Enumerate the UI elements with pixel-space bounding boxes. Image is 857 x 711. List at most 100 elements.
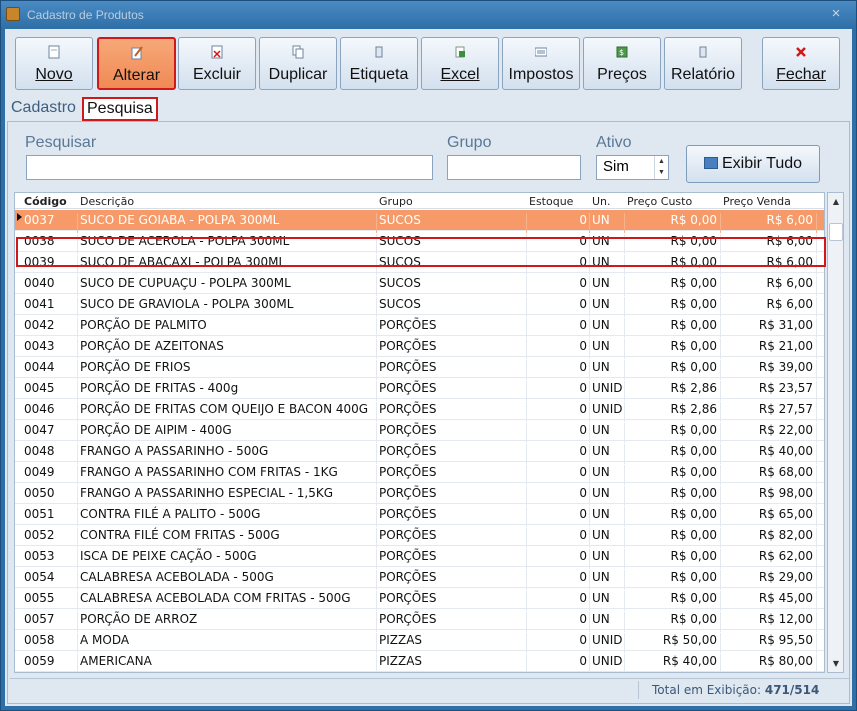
tab-pesquisa[interactable]: Pesquisa (82, 97, 158, 121)
cell-estoque: 0 (579, 360, 587, 374)
tab-cadastro[interactable]: Cadastro (7, 97, 80, 121)
column-divider (376, 570, 377, 590)
table-row[interactable]: 0043 PORÇÃO DE AZEITONAS PORÇÕES 0 UN R$ 0,00… (15, 336, 824, 359)
column-divider (816, 360, 817, 380)
table-row[interactable]: 0038 SUCO DE ACEROLA - POLPA 300ML SUCOS 0 U… (15, 231, 824, 254)
cell-codigo: 0059 (24, 654, 55, 668)
cell-preco-venda: R$ 98,00 (758, 486, 813, 500)
toolbar: Novo Alterar Excluir Duplicar Etiqueta E… (5, 29, 852, 95)
table-row[interactable]: 0037 SUCO DE GOIABA - POLPA 300ML SUCOS 0 UN… (15, 210, 824, 233)
col-codigo[interactable]: Código (24, 195, 67, 208)
col-unidade[interactable]: Un. (592, 195, 611, 208)
column-divider (624, 507, 625, 527)
spin-arrows-icon[interactable]: ▲ ▼ (654, 156, 668, 179)
excel-button[interactable]: Excel (421, 37, 499, 90)
column-divider (720, 549, 721, 569)
col-estoque[interactable]: Estoque (529, 195, 573, 208)
alterar-button[interactable]: Alterar (97, 37, 176, 90)
column-divider (526, 507, 527, 527)
cell-preco-custo: R$ 0,00 (670, 213, 717, 227)
novo-button[interactable]: Novo (15, 37, 93, 90)
table-row[interactable]: 0047 PORÇÃO DE AIPIM - 400G PORÇÕES 0 UN R$ 0… (15, 420, 824, 443)
col-descricao[interactable]: Descrição (80, 195, 134, 208)
scroll-up-icon[interactable]: ▲ (829, 194, 843, 209)
column-divider (77, 612, 78, 632)
table-row[interactable]: 0055 CALABRESA ACEBOLADA COM FRITAS - 500… (15, 588, 824, 611)
table-row[interactable]: 0049 FRANGO A PASSARINHO COM FRITAS - 1KG… (15, 462, 824, 485)
table-row[interactable]: 0039 SUCO DE ABACAXI - POLPA 300ML SUCOS 0 U… (15, 252, 824, 275)
cell-unidade: UN (592, 591, 610, 605)
column-divider (376, 591, 377, 611)
table-row[interactable]: 0054 CALABRESA ACEBOLADA - 500G PORÇÕES 0 UN… (15, 567, 824, 590)
excluir-button[interactable]: Excluir (178, 37, 256, 90)
column-divider (376, 318, 377, 338)
cell-preco-custo: R$ 0,00 (670, 339, 717, 353)
cell-estoque: 0 (579, 255, 587, 269)
table-row[interactable]: 0051 CONTRA FILÉ A PALITO - 500G PORÇÕES 0 U… (15, 504, 824, 527)
cell-descricao: PORÇÃO DE AZEITONAS (80, 339, 224, 353)
vertical-scrollbar[interactable]: ▲ ▼ (827, 192, 844, 673)
cell-estoque: 0 (579, 486, 587, 500)
fechar-button[interactable]: Fechar (762, 37, 840, 90)
exibir-tudo-button[interactable]: Exibir Tudo (686, 145, 820, 183)
cell-grupo: PORÇÕES (379, 507, 437, 521)
cell-unidade: UNID (592, 654, 623, 668)
table-row[interactable]: 0040 SUCO DE CUPUAÇU - POLPA 300ML SUCOS 0 U… (15, 273, 824, 296)
relatorio-button[interactable]: Relatório (664, 37, 742, 90)
column-divider (376, 423, 377, 443)
column-divider (624, 654, 625, 672)
row-pointer-icon (17, 213, 22, 221)
column-divider (77, 507, 78, 527)
table-row[interactable]: 0057 PORÇÃO DE ARROZ PORÇÕES 0 UN R$ 0,00 R$ 1… (15, 609, 824, 632)
cell-descricao: PORÇÃO DE FRITAS COM QUEIJO E BACON 400G (80, 402, 369, 416)
precos-button[interactable]: $ Preços (583, 37, 661, 90)
table-row[interactable]: 0059 AMERICANA PIZZAS 0 UNID R$ 40,00 R$ 80,00 (15, 651, 824, 672)
grupo-input[interactable] (447, 155, 581, 180)
column-divider (589, 444, 590, 464)
impostos-button[interactable]: Impostos (502, 37, 580, 90)
column-divider (589, 381, 590, 401)
column-divider (816, 570, 817, 590)
column-divider (589, 255, 590, 275)
cell-preco-venda: R$ 6,00 (766, 234, 813, 248)
table-row[interactable]: 0042 PORÇÃO DE PALMITO PORÇÕES 0 UN R$ 0,00 R$… (15, 315, 824, 338)
table-row[interactable]: 0041 SUCO DE GRAVIOLA - POLPA 300ML SUCOS 0… (15, 294, 824, 317)
etiqueta-button[interactable]: Etiqueta (340, 37, 418, 90)
client-area: Novo Alterar Excluir Duplicar Etiqueta E… (5, 29, 852, 706)
cell-codigo: 0039 (24, 255, 55, 269)
pesquisar-input[interactable] (26, 155, 433, 180)
close-window-icon[interactable]: × (828, 5, 844, 23)
cell-descricao: CALABRESA ACEBOLADA COM FRITAS - 500G (80, 591, 351, 605)
status-label: Total em Exibição: (652, 683, 762, 697)
col-preco-venda[interactable]: Preço Venda (723, 195, 791, 208)
column-divider (526, 297, 527, 317)
table-row[interactable]: 0052 CONTRA FILÉ COM FRITAS - 500G PORÇÕES… (15, 525, 824, 548)
cell-preco-custo: R$ 0,00 (670, 486, 717, 500)
table-row[interactable]: 0046 PORÇÃO DE FRITAS COM QUEIJO E BACON … (15, 399, 824, 422)
col-grupo[interactable]: Grupo (379, 195, 413, 208)
table-row[interactable]: 0050 FRANGO A PASSARINHO ESPECIAL - 1,5KG… (15, 483, 824, 506)
column-divider (376, 297, 377, 317)
products-grid: Código Descrição Grupo Estoque Un. Preço… (14, 192, 825, 673)
column-divider (77, 465, 78, 485)
column-divider (720, 612, 721, 632)
table-row[interactable]: 0053 ISCA DE PEIXE CAÇÃO - 500G PORÇÕES 0 UN… (15, 546, 824, 569)
status-text: Total em Exibição: 471/514 (652, 683, 819, 697)
table-row[interactable]: 0044 PORÇÃO DE FRIOS PORÇÕES 0 UN R$ 0,00 R$ 3… (15, 357, 824, 380)
cell-descricao: CALABRESA ACEBOLADA - 500G (80, 570, 274, 584)
scroll-thumb[interactable] (829, 223, 843, 241)
table-row[interactable]: 0048 FRANGO A PASSARINHO - 500G PORÇÕES 0 UN… (15, 441, 824, 464)
duplicar-button[interactable]: Duplicar (259, 37, 337, 90)
table-row[interactable]: 0058 A MODA PIZZAS 0 UNID R$ 50,00 R$ 95,50 (15, 630, 824, 653)
cell-unidade: UNID (592, 402, 623, 416)
col-preco-custo[interactable]: Preço Custo (627, 195, 692, 208)
cell-preco-venda: R$ 21,00 (758, 339, 813, 353)
cell-grupo: PORÇÕES (379, 360, 437, 374)
ativo-select[interactable]: Sim ▲ ▼ (596, 155, 669, 180)
cell-estoque: 0 (579, 318, 587, 332)
scroll-down-icon[interactable]: ▼ (829, 656, 843, 671)
duplicate-icon (292, 45, 304, 59)
table-row[interactable]: 0045 PORÇÃO DE FRITAS - 400g PORÇÕES 0 UNID R… (15, 378, 824, 401)
column-divider (77, 423, 78, 443)
cell-unidade: UN (592, 444, 610, 458)
